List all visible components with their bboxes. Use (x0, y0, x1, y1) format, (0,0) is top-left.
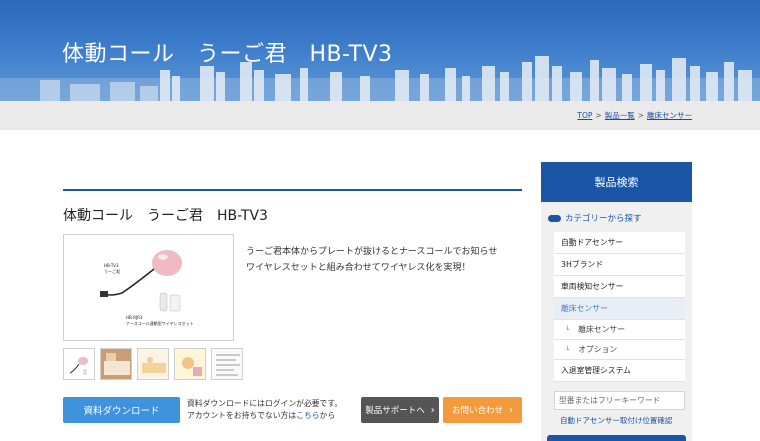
sidebar-header: 製品検索 (541, 162, 692, 202)
keyword-search-input[interactable]: 型番またはフリーキーワード (554, 391, 685, 410)
description-line: ワイヤレスセットと組み合わせてワイヤレス化を実現！ (246, 263, 471, 273)
svg-text:ナースコール連動型ワイヤレスセット: ナースコール連動型ワイヤレスセット (126, 320, 194, 326)
breadcrumb-separator: > (637, 111, 644, 120)
svg-text:HB-RJR3: HB-RJR3 (126, 315, 143, 320)
svg-text:うーご君: うーご君 (104, 268, 120, 274)
breadcrumb-separator: > (595, 111, 602, 120)
sidebar-subitem-options[interactable]: └ オプション (554, 340, 685, 360)
sidebar-item-3h-brand[interactable]: 3Hブランド (554, 254, 685, 276)
contact-button[interactable]: お問い合わせ › (443, 397, 522, 423)
thumbnail-5[interactable] (211, 348, 243, 380)
thumbnail-3[interactable] (137, 348, 169, 380)
svg-text:HB-TV3: HB-TV3 (104, 263, 119, 268)
sidebar-item-vehicle-sensor[interactable]: 車両検知センサー (554, 276, 685, 298)
thumbnail-1[interactable] (63, 348, 95, 380)
hero-title: 体動コール うーご君 HB-TV3 (62, 42, 393, 67)
sidebar-item-auto-door-sensor[interactable]: 自動ドアセンサー (554, 232, 685, 254)
sidebar-item-bed-sensor[interactable]: 離床センサー (554, 298, 685, 320)
hero-banner: 体動コール うーご君 HB-TV3 (0, 0, 760, 101)
sub-arrow-icon: └ (565, 345, 570, 354)
thumbnail-4[interactable] (174, 348, 206, 380)
breadcrumb-top[interactable]: TOP (577, 111, 592, 120)
category-list: 自動ドアセンサー 3Hブランド 車両検知センサー 離床センサー └ 離床センサー … (554, 232, 685, 382)
signup-link[interactable]: こちら (296, 411, 319, 420)
breadcrumb-products[interactable]: 製品一覧 (605, 111, 635, 120)
sidebar-subitem-bed-sensor[interactable]: └ 離床センサー (554, 320, 685, 340)
chevron-right-icon: › (430, 404, 435, 416)
description-line: うーご君本体からプレートが抜けるとナースコールでお知らせ (246, 247, 498, 257)
category-heading: カテゴリーから探す (548, 212, 642, 224)
product-title: 体動コール うーご君 HB-TV3 (63, 208, 268, 224)
sidebar-item-access-control[interactable]: 入退室管理システム (554, 360, 685, 382)
product-main-image: HB-TV3 うーご君 HB-RJR3 ナースコール連動型ワイヤレスセット (63, 234, 234, 341)
chevron-right-icon: › (509, 404, 513, 416)
thumbnail-strip (63, 348, 243, 380)
pill-bullet-icon (548, 214, 561, 222)
support-button[interactable]: 製品サポートへ › (361, 397, 439, 423)
thumbnail-2[interactable] (100, 348, 132, 380)
download-button-label: 資料ダウンロード (83, 406, 160, 417)
sidebar-action-button[interactable] (547, 435, 686, 441)
sub-arrow-icon: └ (565, 325, 570, 334)
product-description: うーご君本体からプレートが抜けるとナースコールでお知らせ ワイヤレスセットと組み… (246, 244, 516, 276)
breadcrumb: TOP > 製品一覧 > 離床センサー (577, 110, 692, 121)
product-search-sidebar: 製品検索 カテゴリーから探す 自動ドアセンサー 3Hブランド 車両検知センサー … (541, 162, 692, 441)
title-divider (63, 189, 522, 191)
breadcrumb-bed-sensor[interactable]: 離床センサー (647, 111, 692, 120)
login-note: 資料ダウンロードにはログインが必要です。 アカウントをお持ちでない方はこちらから (187, 399, 343, 420)
download-button[interactable]: 資料ダウンロード (63, 397, 180, 423)
breadcrumb-bar: TOP > 製品一覧 > 離床センサー (0, 101, 760, 130)
sensor-position-link[interactable]: 自動ドアセンサー取付け位置確認 (560, 415, 672, 426)
